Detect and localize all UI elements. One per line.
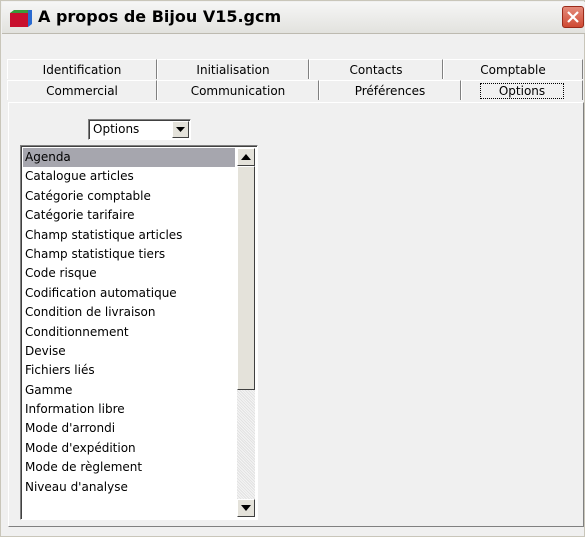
tab-preferences[interactable]: Préférences — [319, 80, 461, 100]
list-item[interactable]: Mode de règlement — [23, 458, 235, 477]
list-item[interactable]: Catégorie comptable — [23, 187, 235, 206]
dropdown-button[interactable] — [172, 121, 189, 138]
list-item[interactable]: Information libre — [23, 400, 235, 419]
scroll-thumb[interactable] — [237, 166, 255, 390]
tab-commercial[interactable]: Commercial — [7, 80, 157, 100]
tab-comptable[interactable]: Comptable — [443, 59, 583, 79]
list-item[interactable]: Code risque — [23, 264, 235, 283]
about-dialog-window: A propos de Bijou V15.gcm Identification… — [0, 0, 585, 537]
list-item[interactable]: Mode d'expédition — [23, 439, 235, 458]
tab-strip: Identification Initialisation Contacts C… — [7, 59, 583, 103]
options-dropdown[interactable]: Options — [88, 119, 191, 140]
scroll-up-button[interactable] — [237, 148, 255, 166]
list-item[interactable]: Niveau d'analyse — [23, 478, 235, 497]
list-item[interactable]: Agenda — [23, 148, 235, 168]
list-item[interactable]: Champ statistique tiers — [23, 245, 235, 264]
close-button[interactable] — [562, 6, 584, 28]
app-icon — [10, 10, 32, 27]
list-item[interactable]: Codification automatique — [23, 284, 235, 303]
scroll-down-button[interactable] — [237, 499, 255, 517]
list-item[interactable]: Catégorie tarifaire — [23, 206, 235, 225]
list-item[interactable]: Catalogue articles — [23, 167, 235, 186]
list-item[interactable]: Conditionnement — [23, 323, 235, 342]
list-scrollbar[interactable] — [237, 148, 255, 517]
options-list[interactable]: Agenda Catalogue articles Catégorie comp… — [20, 145, 258, 520]
list-item[interactable]: Champ statistique articles — [23, 226, 235, 245]
list-items: Agenda Catalogue articles Catégorie comp… — [23, 148, 235, 497]
tab-initialisation[interactable]: Initialisation — [157, 59, 309, 79]
tab-options[interactable]: Options — [461, 80, 583, 100]
options-dropdown-value: Options — [93, 122, 140, 136]
list-item[interactable]: Condition de livraison — [23, 303, 235, 322]
list-item[interactable]: Gamme — [23, 381, 235, 400]
chevron-down-icon — [176, 127, 185, 132]
title-bar[interactable]: A propos de Bijou V15.gcm — [2, 2, 585, 34]
arrow-down-icon — [241, 505, 251, 511]
arrow-up-icon — [241, 154, 251, 160]
list-item[interactable]: Mode d'arrondi — [23, 419, 235, 438]
list-item[interactable]: Devise — [23, 342, 235, 361]
tab-contacts[interactable]: Contacts — [309, 59, 443, 79]
close-icon — [567, 11, 579, 23]
tab-identification[interactable]: Identification — [7, 59, 157, 79]
window-title: A propos de Bijou V15.gcm — [38, 7, 282, 26]
tab-communication[interactable]: Communication — [157, 80, 319, 100]
list-item[interactable]: Fichiers liés — [23, 361, 235, 380]
